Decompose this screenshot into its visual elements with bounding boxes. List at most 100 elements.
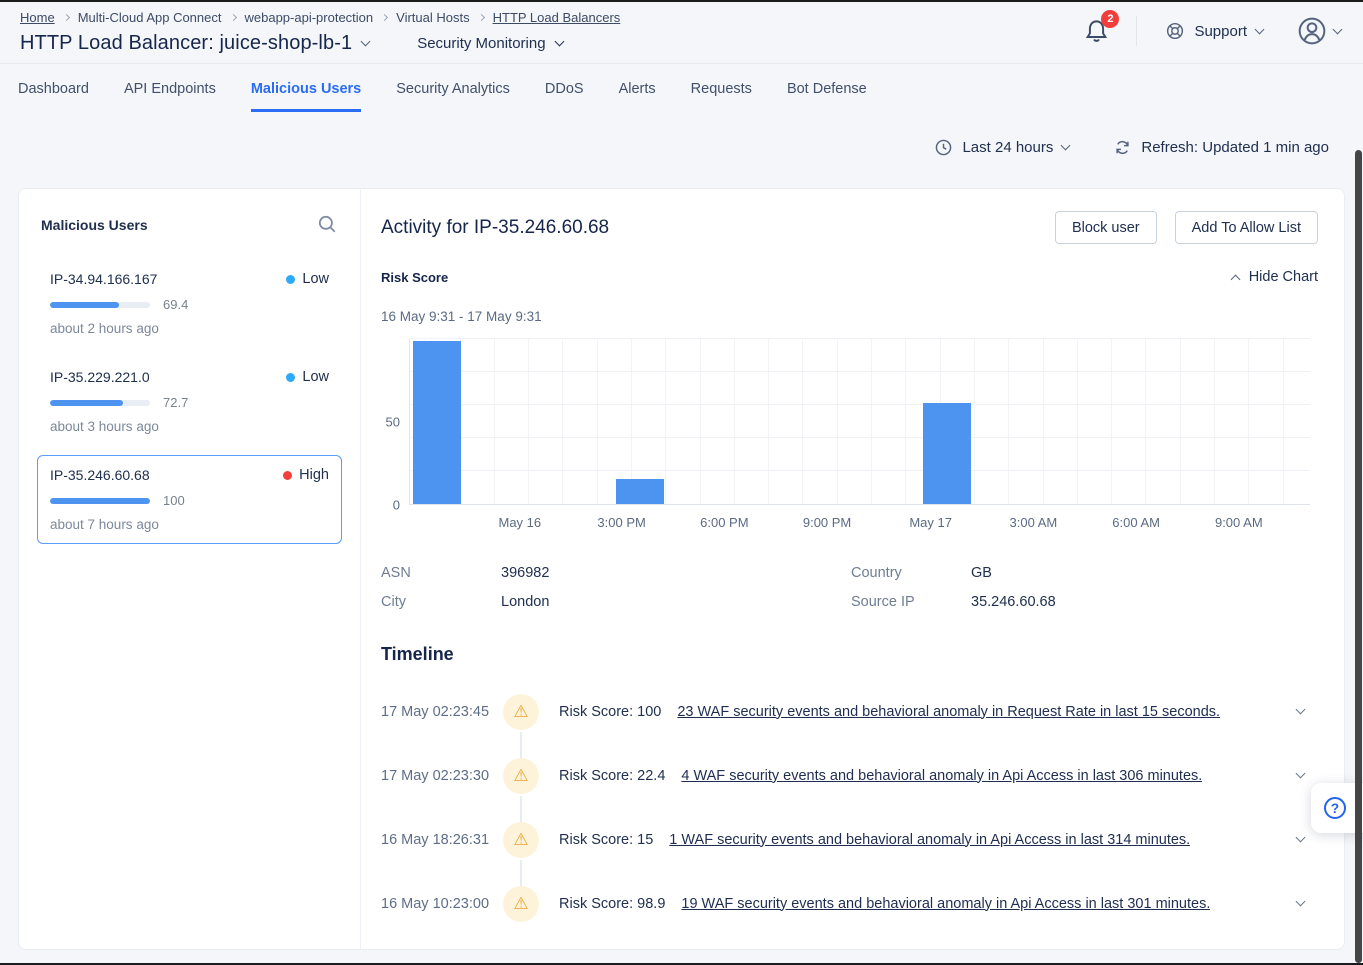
chart-v-gridline xyxy=(1283,339,1284,504)
context-dropdown-label: Security Monitoring xyxy=(417,35,545,52)
event-expand-chevron-icon[interactable] xyxy=(1296,833,1306,843)
x-tick-label: May 17 xyxy=(909,515,952,530)
breadcrumb-separator-icon xyxy=(381,14,388,21)
breadcrumb-item[interactable]: webapp-api-protection xyxy=(245,10,374,25)
breadcrumb-item[interactable]: HTTP Load Balancers xyxy=(493,10,621,25)
event-description-link[interactable]: 19 WAF security events and behavioral an… xyxy=(681,896,1210,912)
event-expand-chevron-icon[interactable] xyxy=(1296,769,1306,779)
breadcrumb-separator-icon xyxy=(478,14,485,21)
detail-value: 396982 xyxy=(501,565,851,581)
breadcrumb-item[interactable]: Home xyxy=(20,10,55,25)
page-title: HTTP Load Balancer: juice-shop-lb-1 xyxy=(20,32,352,55)
warning-icon: ⚠ xyxy=(503,822,539,858)
x-tick-label: 6:00 AM xyxy=(1112,515,1160,530)
breadcrumb-item[interactable]: Multi-Cloud App Connect xyxy=(78,10,222,25)
malicious-user-item[interactable]: IP-35.246.60.68High 100 about 7 hours ago xyxy=(37,455,342,544)
refresh-button[interactable]: Refresh: Updated 1 min ago xyxy=(1113,138,1329,157)
chart-v-gridline xyxy=(494,339,495,504)
notification-badge: 2 xyxy=(1101,10,1119,28)
tab-malicious-users[interactable]: Malicious Users xyxy=(251,64,361,112)
risk-bar[interactable] xyxy=(923,403,971,504)
chart-v-gridline xyxy=(871,339,872,504)
header-right: 2 Support xyxy=(1083,16,1341,46)
y-tick-label: 0 xyxy=(393,498,400,513)
event-expand-chevron-icon[interactable] xyxy=(1296,897,1306,907)
lifebuoy-icon xyxy=(1165,21,1185,41)
tab-ddos[interactable]: DDoS xyxy=(545,64,584,112)
chart-v-gridline xyxy=(768,339,769,504)
account-chevron-down-icon xyxy=(1333,24,1343,34)
panel-title: Malicious Users xyxy=(41,217,148,233)
severity-label: Low xyxy=(302,271,329,287)
add-to-allow-list-button[interactable]: Add To Allow List xyxy=(1175,211,1318,244)
chevron-up-icon xyxy=(1230,274,1240,284)
event-time: 16 May 18:26:31 xyxy=(381,832,503,848)
chart-v-gridline xyxy=(1180,339,1181,504)
risk-score-value: 72.7 xyxy=(163,395,188,410)
event-description-link[interactable]: 4 WAF security events and behavioral ano… xyxy=(681,768,1202,784)
risk-score-value: 69.4 xyxy=(163,297,188,312)
risk-progress-track xyxy=(50,400,150,406)
tab-requests[interactable]: Requests xyxy=(691,64,752,112)
support-menu[interactable]: Support xyxy=(1165,21,1263,41)
context-dropdown[interactable]: Security Monitoring xyxy=(417,35,562,52)
severity-label: Low xyxy=(302,369,329,385)
timeline-event: 16 May 18:26:31⚠Risk Score: 151 WAF secu… xyxy=(381,816,1318,863)
time-range-selector[interactable]: Last 24 hours xyxy=(934,138,1069,157)
malicious-user-item[interactable]: IP-34.94.166.167Low69.4about 2 hours ago xyxy=(37,259,342,348)
notifications-button[interactable]: 2 xyxy=(1083,17,1110,45)
risk-progress-fill xyxy=(50,400,123,406)
chart-v-gridline xyxy=(837,339,838,504)
event-description-link[interactable]: 1 WAF security events and behavioral ano… xyxy=(669,832,1190,848)
malicious-users-list: IP-34.94.166.167Low69.4about 2 hours ago… xyxy=(37,259,342,544)
malicious-users-panel: Malicious Users IP-34.94.166.167Low 69.4 a… xyxy=(19,189,361,949)
severity-dot-icon xyxy=(283,471,292,480)
account-menu[interactable] xyxy=(1297,16,1341,46)
breadcrumb-item[interactable]: Virtual Hosts xyxy=(396,10,469,25)
chart-v-gridline xyxy=(528,339,529,504)
refresh-icon xyxy=(1113,138,1132,157)
tab-bot-defense[interactable]: Bot Defense xyxy=(787,64,867,112)
time-range-label: Last 24 hours xyxy=(962,139,1053,156)
risk-bar[interactable] xyxy=(616,479,664,504)
activity-title: Activity for IP-35.246.60.68 xyxy=(381,217,609,239)
breadcrumb-separator-icon xyxy=(229,14,236,21)
user-item-row1: IP-35.246.60.68High xyxy=(50,467,329,483)
tab-security-analytics[interactable]: Security Analytics xyxy=(396,64,510,112)
search-icon[interactable] xyxy=(317,214,338,235)
detail-label: Country xyxy=(851,565,971,581)
y-tick-label: 50 xyxy=(386,415,400,430)
tab-api-endpoints[interactable]: API Endpoints xyxy=(124,64,216,112)
warning-icon: ⚠ xyxy=(503,694,539,730)
chart-v-gridline xyxy=(905,339,906,504)
breadcrumb-separator-icon xyxy=(63,14,70,21)
risk-progress-fill xyxy=(50,498,150,504)
tab-alerts[interactable]: Alerts xyxy=(619,64,656,112)
x-tick-label: 9:00 PM xyxy=(803,515,851,530)
severity-dot-icon xyxy=(286,373,295,382)
title-chevron-down-icon[interactable] xyxy=(361,37,371,47)
user-ip: IP-35.229.221.0 xyxy=(50,369,150,385)
block-user-button[interactable]: Block user xyxy=(1055,211,1157,244)
user-item-row1: IP-34.94.166.167Low xyxy=(50,271,329,287)
chart-v-gridline xyxy=(665,339,666,504)
malicious-user-item[interactable]: IP-35.229.221.0 Low 72.7 about 3 hours ago xyxy=(37,357,342,446)
event-description-link[interactable]: 23 WAF security events and behavioral an… xyxy=(677,704,1220,720)
hide-chart-toggle[interactable]: Hide Chart xyxy=(1232,269,1318,285)
event-expand-chevron-icon[interactable] xyxy=(1296,705,1306,715)
risk-score-value: 100 xyxy=(163,493,185,508)
detail-value: GB xyxy=(971,565,1056,581)
severity-badge: Low xyxy=(286,369,329,385)
x-tick-label: 9:00 AM xyxy=(1215,515,1263,530)
last-seen-text: about 7 hours ago xyxy=(50,517,329,532)
chart-h-gridline xyxy=(410,404,1310,405)
risk-bar[interactable] xyxy=(413,341,461,504)
event-risk-score: Risk Score: 98.9 xyxy=(559,896,665,912)
ip-details: ASN396982CityLondon CountryGBSource IP35… xyxy=(381,565,1318,610)
x-tick-label: 3:00 AM xyxy=(1010,515,1058,530)
chart-h-gridline xyxy=(410,437,1310,438)
page-scrollbar-thumb[interactable] xyxy=(1355,150,1362,963)
last-seen-text: about 3 hours ago xyxy=(50,419,329,434)
app-header: Home Multi-Cloud App Connect webapp-api-pr… xyxy=(0,0,1363,64)
tab-dashboard[interactable]: Dashboard xyxy=(18,64,89,112)
